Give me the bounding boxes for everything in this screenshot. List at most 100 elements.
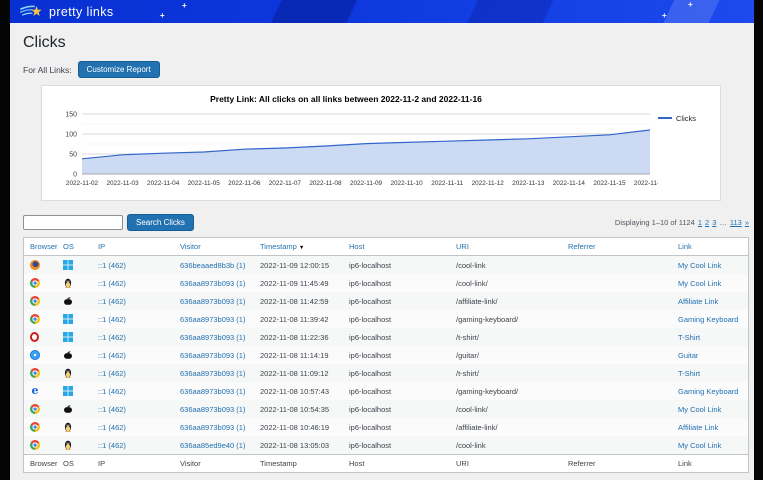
visitor-link[interactable]: 636aa8973b093 (1) (180, 279, 245, 288)
clicks-table-body: ::1 (462)636beaaed8b3b (1)2022-11-09 12:… (24, 256, 748, 455)
visitor-link[interactable]: 636aa8973b093 (1) (180, 405, 245, 414)
ip-link[interactable]: ::1 (462) (98, 423, 126, 432)
linux-icon (63, 278, 73, 288)
column-header-uri[interactable]: URI (450, 238, 562, 256)
linux-icon (63, 368, 73, 378)
ip-link[interactable]: ::1 (462) (98, 405, 126, 414)
browser-cell (24, 364, 57, 382)
ip-link[interactable]: ::1 (462) (98, 297, 126, 306)
table-header-row: BrowserOSIPVisitorTimestamp ▼HostURIRefe… (24, 238, 748, 256)
visitor-link[interactable]: 636aa8973b093 (1) (180, 315, 245, 324)
visitor-cell: 636aa8973b093 (1) (174, 310, 254, 328)
next-page-link[interactable]: » (745, 218, 749, 227)
svg-text:2022-11-03: 2022-11-03 (106, 180, 139, 187)
column-header-browser[interactable]: Browser (24, 455, 57, 473)
host-cell: ip6-localhost (343, 364, 450, 382)
click-row: ::1 (462)636aa8973b093 (1)2022-11-08 10:… (24, 418, 748, 436)
column-header-link[interactable]: Link (672, 455, 748, 473)
page-link[interactable]: 3 (712, 218, 716, 227)
uri-cell: /cool-link/ (450, 274, 562, 292)
page-link[interactable]: 1 (698, 218, 702, 227)
pretty-link[interactable]: T-Shirt (678, 369, 700, 378)
svg-text:2022-11-07: 2022-11-07 (269, 180, 302, 187)
column-header-uri[interactable]: URI (450, 455, 562, 473)
column-header-timestamp[interactable]: Timestamp ▼ (254, 238, 343, 256)
visitor-link[interactable]: 636aa85ed9e40 (1) (180, 441, 245, 450)
customize-report-button[interactable]: Customize Report (78, 61, 160, 78)
column-header-link[interactable]: Link (672, 238, 748, 256)
filter-row: For All Links: Customize Report (23, 61, 749, 78)
click-row: ::1 (462)636aa8973b093 (1)2022-11-08 10:… (24, 400, 748, 418)
uri-cell: /cool-link (450, 436, 562, 455)
visitor-cell: 636aa8973b093 (1) (174, 382, 254, 400)
column-header-os[interactable]: OS (57, 238, 92, 256)
referrer-cell (562, 256, 672, 275)
timestamp-cell: 2022-11-08 13:05:03 (254, 436, 343, 455)
host-cell: ip6-localhost (343, 418, 450, 436)
clicks-chart: 0501001502022-11-022022-11-032022-11-042… (46, 106, 658, 198)
column-header-host[interactable]: Host (343, 238, 450, 256)
pretty-link[interactable]: T-Shirt (678, 333, 700, 342)
column-header-timestamp[interactable]: Timestamp (254, 455, 343, 473)
pretty-link[interactable]: My Cool Link (678, 279, 721, 288)
os-cell (57, 346, 92, 364)
ip-link[interactable]: ::1 (462) (98, 351, 126, 360)
search-row: Search Clicks Displaying 1–10 of 1124123… (23, 214, 749, 231)
browser-cell (24, 292, 57, 310)
visitor-link[interactable]: 636aa8973b093 (1) (180, 351, 245, 360)
visitor-link[interactable]: 636aa8973b093 (1) (180, 297, 245, 306)
visitor-link[interactable]: 636beaaed8b3b (1) (180, 261, 245, 270)
column-header-ip[interactable]: IP (92, 455, 174, 473)
page-link[interactable]: 2 (705, 218, 709, 227)
ip-link[interactable]: ::1 (462) (98, 261, 126, 270)
column-header-ip[interactable]: IP (92, 238, 174, 256)
ip-cell: ::1 (462) (92, 328, 174, 346)
visitor-link[interactable]: 636aa8973b093 (1) (180, 333, 245, 342)
ip-link[interactable]: ::1 (462) (98, 333, 126, 342)
pretty-link[interactable]: Gaming Keyboard (678, 315, 738, 324)
column-header-host[interactable]: Host (343, 455, 450, 473)
pretty-link[interactable]: My Cool Link (678, 261, 721, 270)
column-header-browser[interactable]: Browser (24, 238, 57, 256)
column-header-os[interactable]: OS (57, 455, 92, 473)
svg-text:2022-11-14: 2022-11-14 (553, 180, 586, 187)
clicks-page: Clicks For All Links: Customize Report P… (10, 23, 754, 480)
ip-link[interactable]: ::1 (462) (98, 315, 126, 324)
column-header-referrer[interactable]: Referrer (562, 238, 672, 256)
column-header-visitor[interactable]: Visitor (174, 455, 254, 473)
last-page-link[interactable]: 113 (730, 218, 742, 227)
pretty-link[interactable]: My Cool Link (678, 441, 721, 450)
clicks-table-card: BrowserOSIPVisitorTimestamp ▼HostURIRefe… (23, 237, 749, 473)
pretty-link[interactable]: Affiliate Link (678, 297, 718, 306)
chart-legend: Clicks (658, 106, 716, 198)
ip-link[interactable]: ::1 (462) (98, 441, 126, 450)
visitor-link[interactable]: 636aa8973b093 (1) (180, 369, 245, 378)
link-cell: My Cool Link (672, 274, 748, 292)
column-header-referrer[interactable]: Referrer (562, 455, 672, 473)
search-clicks-button[interactable]: Search Clicks (127, 214, 194, 231)
pretty-links-logo: pretty links (20, 3, 114, 20)
host-cell: ip6-localhost (343, 310, 450, 328)
ip-link[interactable]: ::1 (462) (98, 387, 126, 396)
pretty-link[interactable]: Gaming Keyboard (678, 387, 738, 396)
link-cell: My Cool Link (672, 400, 748, 418)
windows-icon (63, 314, 73, 324)
browser-cell (24, 328, 57, 346)
visitor-link[interactable]: 636aa8973b093 (1) (180, 387, 245, 396)
pretty-link[interactable]: My Cool Link (678, 405, 721, 414)
host-cell: ip6-localhost (343, 256, 450, 275)
ip-link[interactable]: ::1 (462) (98, 369, 126, 378)
ip-cell: ::1 (462) (92, 346, 174, 364)
column-header-visitor[interactable]: Visitor (174, 238, 254, 256)
pretty-link[interactable]: Guitar (678, 351, 698, 360)
pretty-link[interactable]: Affiliate Link (678, 423, 718, 432)
page-title: Clicks (23, 34, 749, 52)
chrome-icon (30, 422, 40, 432)
search-input[interactable] (23, 215, 123, 230)
uri-cell: /cool-link/ (450, 400, 562, 418)
host-cell: ip6-localhost (343, 328, 450, 346)
ip-link[interactable]: ::1 (462) (98, 279, 126, 288)
svg-text:2022-11-05: 2022-11-05 (188, 180, 221, 187)
visitor-link[interactable]: 636aa8973b093 (1) (180, 423, 245, 432)
apple-icon (63, 404, 73, 414)
